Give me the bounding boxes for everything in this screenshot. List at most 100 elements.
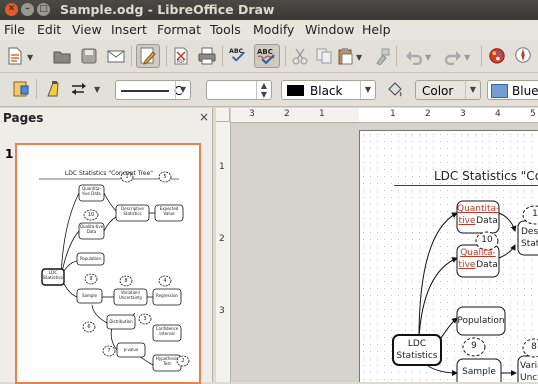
maximize-window-button[interactable]: □ <box>37 3 50 16</box>
cut-icon[interactable] <box>291 47 309 65</box>
chevron-down-icon[interactable]: ▼ <box>175 81 190 99</box>
line-width-spinbox[interactable]: ▲ ▼ <box>206 80 272 100</box>
window-title: Sample.odg - LibreOffice Draw <box>60 2 275 17</box>
thumb-num: 5 <box>163 174 167 180</box>
thumb-node-variation: Variation/ Uncertainty <box>118 290 143 300</box>
order-number: 10 <box>481 235 493 245</box>
node-variation-line2: Unce <box>520 373 538 382</box>
ruler-tick: 1 <box>390 109 396 119</box>
menu-tools[interactable]: Tools <box>210 22 241 37</box>
export-pdf-icon[interactable]: PDF <box>172 47 190 65</box>
node-quant-line2: tive <box>458 216 476 226</box>
order-number: 1 <box>532 209 538 219</box>
thumb-node-sample: Sample <box>82 293 97 298</box>
edit-mode-button[interactable] <box>136 44 160 68</box>
ruler-tick: 1 <box>219 162 225 172</box>
navigator-icon[interactable] <box>514 46 532 64</box>
spellcheck-icon[interactable]: ABC <box>229 46 247 64</box>
open-folder-icon[interactable] <box>53 47 71 65</box>
separator <box>481 46 482 66</box>
arrow-style-icon[interactable] <box>70 80 88 98</box>
menu-insert[interactable]: Insert <box>111 22 147 37</box>
autospellcheck-button[interactable]: ABC <box>254 44 280 68</box>
new-dropdown-arrow-icon[interactable]: ▼ <box>27 53 33 62</box>
close-panel-icon[interactable]: × <box>199 110 209 124</box>
thumb-title: LDC Statistics "Concept Tree" <box>64 170 154 177</box>
svg-text:PDF: PDF <box>177 59 185 64</box>
undo-dropdown-arrow-icon[interactable]: ▼ <box>425 53 431 62</box>
vertical-ruler[interactable]: 1 2 3 <box>216 122 231 382</box>
menu-bar: File Edit View Insert Format Tools Modif… <box>0 20 538 40</box>
menu-modify[interactable]: Modify <box>253 22 294 37</box>
autospellcheck-icon: ABC <box>257 48 275 65</box>
ruler-tick: 3 <box>460 109 466 119</box>
line-color-swatch <box>287 85 304 96</box>
separator <box>166 46 167 66</box>
ruler-corner <box>216 108 230 122</box>
pages-panel-title: Pages <box>3 111 44 125</box>
line-style-combo[interactable]: C ▼ <box>115 80 191 100</box>
chevron-down-icon[interactable]: ▼ <box>465 81 480 99</box>
thumb-node-distribution: Distribution <box>109 319 133 324</box>
page-number: 1 <box>5 147 14 161</box>
arrow-style-dropdown-icon[interactable]: ▼ <box>94 85 100 94</box>
line-icon[interactable] <box>45 80 63 98</box>
paste-dropdown-arrow-icon[interactable]: ▼ <box>356 53 362 62</box>
line-color-combo[interactable]: Black ▼ <box>281 80 376 100</box>
email-icon[interactable] <box>107 47 125 65</box>
menu-format[interactable]: Format <box>157 22 201 37</box>
pages-panel: Pages × 1 LDC Statistics "Concept Tree" … <box>0 108 213 384</box>
clone-formatting-icon[interactable] <box>373 47 391 65</box>
ruler-tick: 1 <box>319 109 325 119</box>
node-qual-line3: Data <box>476 260 498 270</box>
thumb-node-root: LDC Statistics <box>42 271 64 281</box>
area-color-swatch <box>491 84 508 98</box>
ruler-tick: 2 <box>425 109 431 119</box>
title-bar: ✕ – □ Sample.odg - LibreOffice Draw <box>0 0 538 20</box>
print-icon[interactable] <box>198 47 216 65</box>
node-root-line2: Statistics <box>396 351 438 361</box>
menu-file[interactable]: File <box>4 22 25 37</box>
area-style-combo[interactable]: Color ▼ <box>415 80 481 100</box>
styles-formatting-icon[interactable] <box>12 80 30 98</box>
new-document-icon[interactable] <box>6 47 24 65</box>
thumb-node-descr: Descriptive Statistics <box>121 206 144 216</box>
node-sample: Sample <box>462 367 496 377</box>
menu-edit[interactable]: Edit <box>37 22 61 37</box>
node-descr-line2: Stati <box>521 239 538 249</box>
area-color-combo[interactable]: Blue <box>487 80 538 100</box>
menu-view[interactable]: View <box>72 22 102 37</box>
thumb-num: 2 <box>181 358 185 364</box>
area-fill-icon[interactable] <box>386 80 404 98</box>
save-icon[interactable] <box>80 47 98 65</box>
paste-icon[interactable] <box>336 47 354 65</box>
menu-help[interactable]: Help <box>362 22 391 37</box>
drawing-canvas[interactable]: LDC Statistics "Conc <box>231 123 538 382</box>
ruler-tick: 3 <box>219 306 225 316</box>
spin-arrows-icon[interactable]: ▲ ▼ <box>256 81 271 99</box>
minimize-window-button[interactable]: – <box>21 3 34 16</box>
redo-icon[interactable] <box>444 47 462 65</box>
drawing-workarea[interactable]: 3 2 1 1 2 3 4 5 1 2 3 LDC Statistics "Co… <box>216 108 538 382</box>
horizontal-ruler[interactable]: 3 2 1 1 2 3 4 5 <box>231 108 538 123</box>
menu-window[interactable]: Window <box>305 22 354 37</box>
ruler-tick: 3 <box>249 109 255 119</box>
copy-icon[interactable] <box>315 47 333 65</box>
page-thumbnail[interactable]: LDC Statistics "Concept Tree" Quantita-t… <box>15 143 201 384</box>
node-qual-line2: tive <box>458 260 476 270</box>
undo-icon[interactable] <box>405 47 423 65</box>
thumb-num: 6 <box>87 324 91 330</box>
close-window-button[interactable]: ✕ <box>5 3 18 16</box>
chevron-down-icon[interactable]: ▼ <box>360 81 375 99</box>
thumb-node-regression: Regression <box>156 293 178 298</box>
thumb-node-qual: Qualita-tive Data <box>79 224 104 234</box>
thumb-node-confidence: Confidence Interval <box>155 326 179 336</box>
area-style-value: Color <box>422 84 454 98</box>
ruler-tick: 5 <box>530 109 536 119</box>
thumb-node-quant: Quantita-tive Data <box>82 186 101 196</box>
area-color-value: Blue <box>512 84 538 98</box>
node-descr-line1: Desc <box>521 227 538 237</box>
gallery-icon[interactable] <box>488 46 506 64</box>
thumb-num: 4 <box>163 278 167 284</box>
redo-dropdown-arrow-icon[interactable]: ▼ <box>464 53 470 62</box>
